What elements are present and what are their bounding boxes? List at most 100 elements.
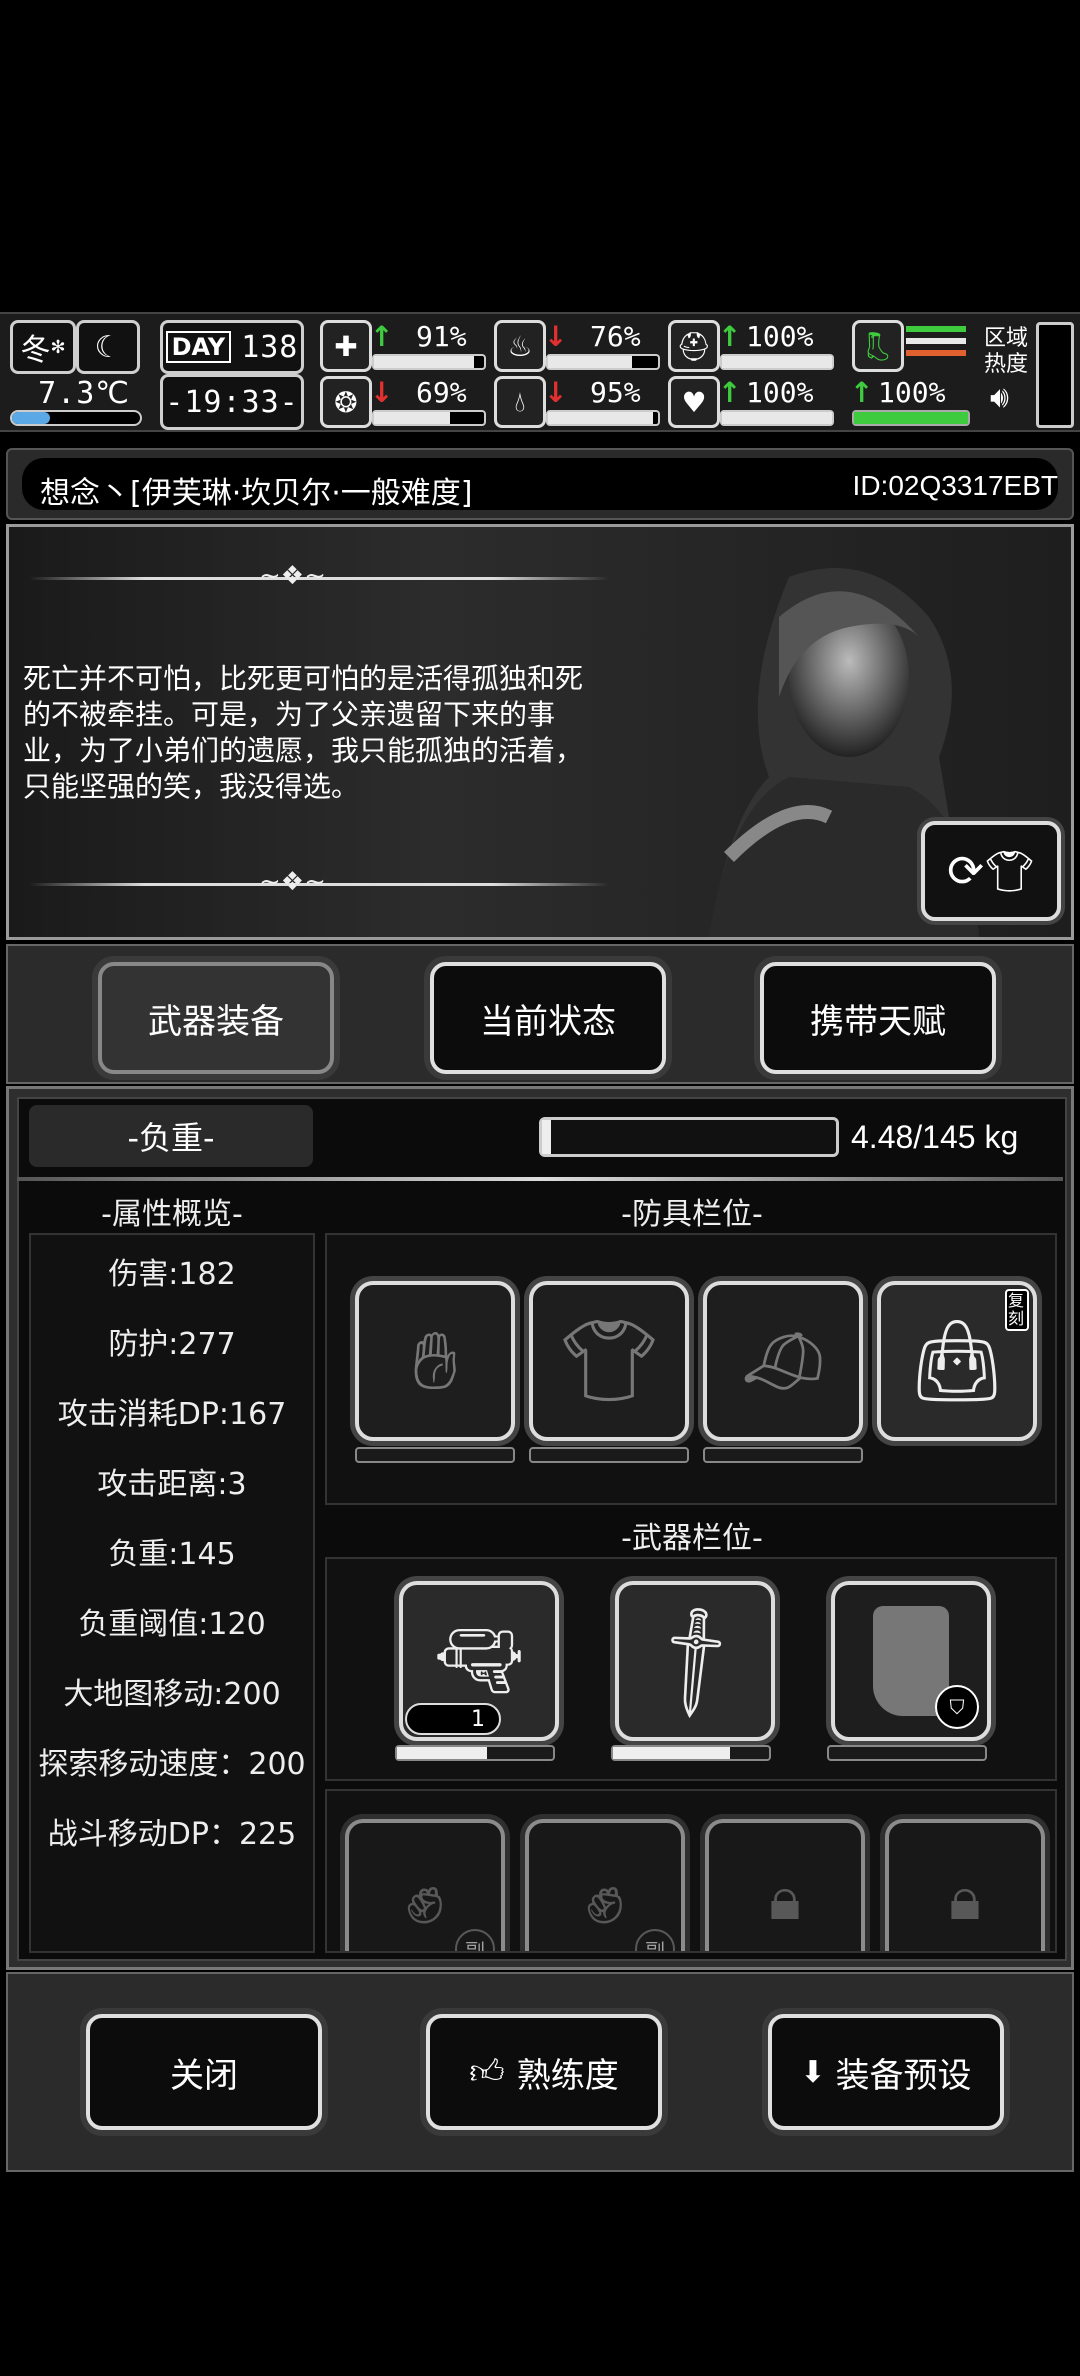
stat-attack-range: 攻击距离:3 [97, 1467, 247, 1502]
snowflake-icon: ✻ [50, 336, 66, 358]
heart-icon: ♥ [668, 376, 720, 428]
attributes-title: -属性概览- [101, 1197, 243, 1232]
sub-slot[interactable]: ✊︎ 副 [525, 1819, 685, 1951]
equipment-panel: -负重- 4.48/145 kg -属性概览- 伤害:182 防护:277 攻击… [6, 1086, 1074, 1970]
change-outfit-button[interactable]: ⟳ 👕︎ [921, 821, 1061, 921]
weapon-slots: 🔫︎ 1 🗡︎ ⛉ [325, 1557, 1057, 1781]
stat-damage: 伤害:182 [108, 1257, 236, 1292]
sub-slot[interactable]: ✊︎ 副 [345, 1819, 505, 1951]
clock: -19:33- [160, 374, 304, 430]
stamina-level-lines [906, 326, 966, 366]
medkit-icon: ✚ [320, 320, 372, 372]
tab-talents[interactable]: 携带天赋 [760, 962, 996, 1074]
trend-up-icon: ↑ [718, 320, 742, 353]
armor-slot-visor[interactable]: 🧢︎ [703, 1281, 863, 1441]
character-name: 想念丶[伊芙琳·坎贝尔·一般难度] [40, 476, 473, 511]
armor-slot-shirt[interactable]: 👕︎ [529, 1281, 689, 1441]
durability-bar [827, 1745, 987, 1761]
tab-label: 携带天赋 [810, 1001, 946, 1042]
revolver-icon: 🔫︎ [434, 1619, 524, 1702]
weapon-slot-machete[interactable]: 🗡︎ [615, 1581, 775, 1741]
shirt-icon: 👕︎ [558, 1314, 660, 1407]
heart-value: 100% [746, 376, 814, 409]
armor-slots: ✋︎ 👕︎ 🧢︎ 👜︎ 复刻 [325, 1233, 1057, 1505]
season-indicator: 冬 ✻ [10, 320, 76, 374]
stamina-bar [852, 410, 970, 426]
durability-bar [529, 1447, 689, 1463]
mood-value: 69% [416, 376, 467, 409]
divider [17, 1177, 1063, 1181]
tab-bar: 武器装备 当前状态 携带天赋 [6, 944, 1074, 1084]
helmet-icon: ⛑ [668, 320, 720, 372]
secondary-badge: 副 [455, 1929, 495, 1951]
water-drop-icon: 💧︎ [494, 376, 546, 428]
trend-up-icon: ↑ [850, 376, 874, 409]
moon-icon: ☾ [76, 320, 140, 374]
temperature-gauge: 7.3℃ [10, 376, 142, 426]
hunger-value: 76% [590, 320, 641, 353]
close-label: 关闭 [170, 2055, 238, 2096]
download-box-icon: ⬇ [800, 2054, 826, 2090]
armor-slots-title: -防具栏位- [621, 1197, 763, 1232]
load-label: -负重- [127, 1119, 215, 1157]
trend-up-icon: ↑ [370, 320, 394, 353]
temperature-bar [10, 410, 142, 426]
tab-label: 当前状态 [480, 1001, 616, 1042]
thirst-value: 95% [590, 376, 641, 409]
clock-time: -19:33- [165, 384, 299, 420]
day-counter: DAY 138 [160, 320, 304, 374]
load-bar [539, 1117, 839, 1157]
fist-icon: ✊︎ [585, 1857, 625, 1940]
proficiency-label: 熟练度 [516, 2055, 619, 2096]
sub-slots: ✊︎ 副 ✊︎ 副 🔒︎ 🔒︎ [325, 1789, 1057, 1953]
armor-slot-gloves[interactable]: ✋︎ [355, 1281, 515, 1441]
character-title-bar: 想念丶[伊芙琳·坎贝尔·一般难度] ID:02Q3317EBT [6, 448, 1074, 520]
armor-bar [720, 354, 834, 370]
story-text: 死亡并不可怕，比死更可怕的是活得孤独和死的不被牵挂。可是，为了父亲遗留下来的事业… [23, 662, 584, 803]
gloves-icon: ✋︎ [412, 1314, 458, 1407]
status-bar: 冬 ✻ ☾ 7.3℃ DAY 138 -19:33- ✚ ↑ 91% ❂ ↓ 69… [0, 312, 1080, 432]
stat-attack-dp-cost: 攻击消耗DP:167 [57, 1397, 287, 1432]
weapon-slot-revolver[interactable]: 🔫︎ 1 [399, 1581, 559, 1741]
season-label: 冬 [20, 333, 51, 368]
shield-badge-icon: ⛉ [935, 1685, 979, 1729]
replica-badge: 复刻 [1005, 1289, 1029, 1331]
trend-down-icon: ↓ [544, 320, 568, 353]
temperature-value: 7.3℃ [38, 376, 130, 411]
thumbs-up-badge-icon: 👍︎ [469, 2051, 505, 2092]
lock-icon: 🔒︎ [949, 1864, 981, 1934]
boot-icon: 👢︎ [852, 320, 904, 372]
equipment-preset-button[interactable]: ⬇ 装备预设 [768, 2014, 1004, 2130]
locked-slot[interactable]: 🔒︎ [885, 1819, 1045, 1951]
close-button[interactable]: 关闭 [86, 2014, 322, 2130]
character-story-panel: ~❖~ 死亡并不可怕，比死更可怕的是活得孤独和死的不被牵挂。可是，为了父亲遗留下… [6, 524, 1074, 940]
load-value: 4.48/145 kg [851, 1119, 1019, 1155]
machete-icon: 🗡︎ [625, 1592, 764, 1729]
bottom-bar: 关闭 👍︎ 熟练度 ⬇ 装备预设 [6, 1972, 1074, 2172]
ornament-icon: ~❖~ [259, 867, 326, 897]
health-value: 91% [416, 320, 467, 353]
thirst-bar [546, 410, 660, 426]
mood-bar [372, 410, 486, 426]
secondary-badge: 副 [635, 1929, 675, 1951]
tab-weapons-equipment[interactable]: 武器装备 [98, 962, 334, 1074]
day-label: DAY [165, 331, 232, 363]
durability-bar [703, 1447, 863, 1463]
proficiency-button[interactable]: 👍︎ 熟练度 [426, 2014, 662, 2130]
armor-slot-bag[interactable]: 👜︎ 复刻 [877, 1281, 1037, 1441]
zone-heat-meter [1036, 322, 1074, 428]
stat-defense: 防护:277 [108, 1327, 236, 1362]
fist-icon: ✊︎ [405, 1857, 445, 1940]
heart-bar [720, 410, 834, 426]
weapon-slot-riot-shield[interactable]: ⛉ [831, 1581, 991, 1741]
tab-current-status[interactable]: 当前状态 [430, 962, 666, 1074]
speaker-icon[interactable]: 🔊︎ [990, 380, 1009, 415]
armor-value: 100% [746, 320, 814, 353]
health-bar [372, 354, 486, 370]
zone-heat-label: 区域 热度 [984, 326, 1029, 377]
hunger-bar [546, 354, 660, 370]
locked-slot[interactable]: 🔒︎ [705, 1819, 865, 1951]
visor-cap-icon: 🧢︎ [738, 1319, 828, 1402]
stat-load: 负重:145 [108, 1537, 236, 1572]
lock-icon: 🔒︎ [769, 1864, 801, 1934]
